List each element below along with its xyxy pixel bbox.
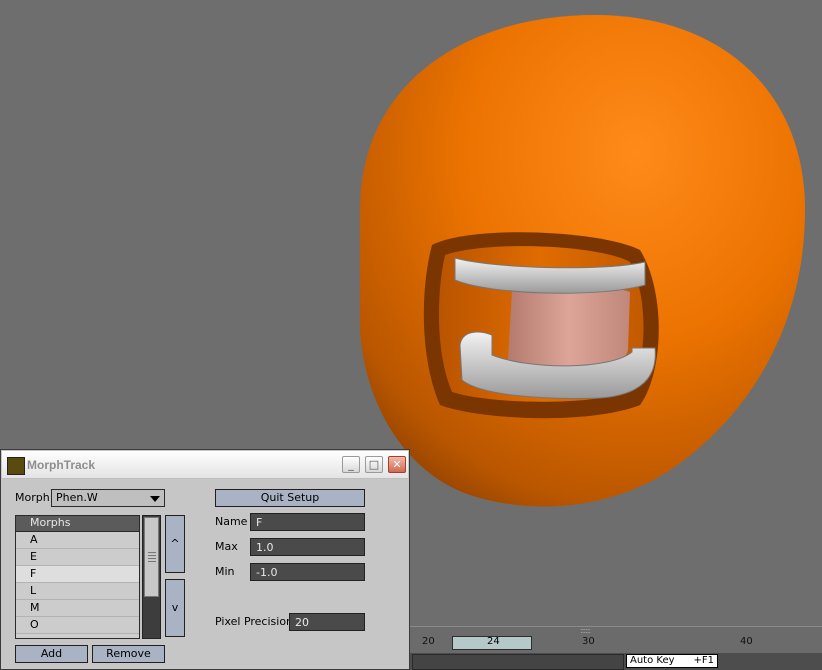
chevron-down-icon [150,496,160,502]
timeline-resize-grip[interactable]: :::::: [580,626,591,635]
morph-dropdown[interactable]: Phen.W [51,489,165,507]
morphs-list[interactable]: Morphs A E F L M O [15,515,140,639]
morph-label: Morph [15,491,50,504]
morph-dropdown-value: Phen.W [56,491,98,504]
list-item[interactable]: E [16,549,139,566]
remove-button[interactable]: Remove [92,645,165,663]
morphtrack-window: MorphTrack _ □ ✕ Morph Phen.W Quit Setup… [0,449,410,670]
name-label: Name [215,515,248,528]
list-item[interactable]: A [16,532,139,549]
minimize-button[interactable]: _ [342,456,360,473]
auto-key-button[interactable]: Auto Key +F1 [626,654,718,668]
move-up-button[interactable]: ^ [165,515,185,573]
list-item-selected[interactable]: F [16,566,139,583]
window-title: MorphTrack [27,458,96,472]
panel-content: Morph Phen.W Quit Setup Name F Max 1.0 M… [1,479,409,669]
timeline-slot[interactable] [412,654,624,670]
quit-setup-button[interactable]: Quit Setup [215,489,365,507]
move-down-button[interactable]: v [165,579,185,637]
max-field[interactable]: 1.0 [250,538,365,556]
head-model [360,15,805,507]
pixel-precision-label: Pixel Precision [215,615,294,628]
name-field[interactable]: F [250,513,365,531]
morphs-scrollbar[interactable] [142,515,161,639]
add-button[interactable]: Add [15,645,88,663]
list-item[interactable]: L [16,583,139,600]
title-bar[interactable]: MorphTrack _ □ ✕ [2,451,408,479]
list-item[interactable]: M [16,600,139,617]
timeline-preview-range[interactable]: 24 [452,636,532,650]
maximize-button[interactable]: □ [365,456,383,473]
min-label: Min [215,565,235,578]
timeline[interactable]: :::::: 24 20 30 40 Auto Key +F1 [410,626,822,670]
timeline-tick: 40 [740,636,753,647]
timeline-tick: 30 [582,636,595,647]
close-button[interactable]: ✕ [388,456,406,473]
timeline-tick: 20 [422,636,435,647]
auto-key-label: Auto Key [630,655,675,666]
list-item[interactable]: O [16,617,139,634]
scrollbar-thumb[interactable] [144,517,159,597]
grip-line [148,558,156,559]
grip-line [148,561,156,562]
max-label: Max [215,540,238,553]
current-frame-label: 24 [487,636,500,647]
auto-key-hotkey: +F1 [693,655,715,666]
min-field[interactable]: -1.0 [250,563,365,581]
grip-line [148,555,156,556]
morphs-list-header: Morphs [16,516,139,532]
app-icon [7,457,25,475]
grip-line [148,552,156,553]
pixel-precision-field[interactable]: 20 [289,613,365,631]
